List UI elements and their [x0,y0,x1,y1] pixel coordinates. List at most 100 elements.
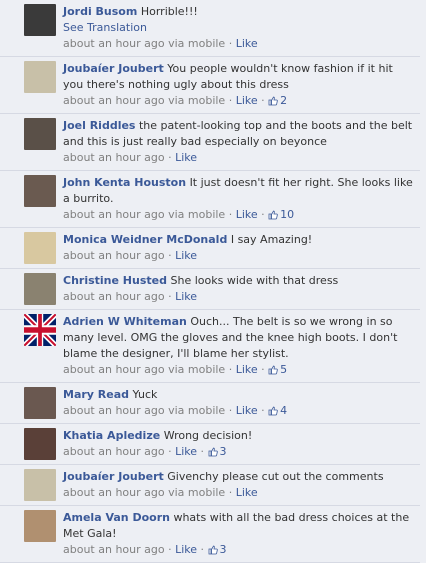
avatar[interactable] [24,232,56,264]
comment-timestamp: about an hour ago via mobile [63,404,226,417]
like-count-value: 5 [280,363,288,376]
comment-author-link[interactable]: Joubaíer Joubert [63,62,164,75]
like-count[interactable]: 5 [268,363,287,376]
like-count-value: 10 [280,208,295,221]
avatar[interactable] [24,469,56,501]
comment-meta: about an hour ago · Like · 3 [63,542,414,558]
comment-text: She looks wide with that dress [170,274,339,287]
thumbs-up-icon [208,545,218,555]
separator-dot: · [228,94,233,107]
comment-item: Mary Read Yuck about an hour ago via mobi… [0,383,420,424]
separator-dot: · [228,208,233,221]
separator-dot: · [261,363,265,376]
like-count-value: 2 [280,94,288,107]
comment-author-link[interactable]: Christine Husted [63,274,167,287]
like-button[interactable]: Like [175,151,197,164]
comment-author-link[interactable]: Jordi Busom [63,5,137,18]
comment-text: Wrong decision! [163,429,253,442]
like-button[interactable]: Like [236,404,258,417]
thumbs-up-icon [268,406,278,416]
comment-author-link[interactable]: Monica Weidner McDonald [63,233,227,246]
comment-item: Adrien W Whiteman Ouch... The belt is so… [0,310,420,383]
like-count-value: 3 [219,445,227,458]
like-button[interactable]: Like [175,543,197,556]
like-count[interactable]: 10 [268,208,294,221]
like-count[interactable]: 3 [208,445,227,458]
comment-timestamp: about an hour ago [63,290,165,303]
comment-text: Horrible!!! [140,5,198,18]
comment-timestamp: about an hour ago [63,543,165,556]
comment-meta: about an hour ago via mobile · Like [63,485,414,501]
avatar[interactable] [24,175,56,207]
separator-dot: · [228,363,233,376]
separator-dot: · [200,445,205,458]
comment-item: Jordi Busom Horrible!!! See Translation ab… [0,0,420,57]
like-button[interactable]: Like [236,208,258,221]
comment-timestamp: about an hour ago via mobile [63,37,226,50]
comment-item: John Kenta Houston It just doesn't fit h… [0,171,420,228]
like-button[interactable]: Like [175,249,197,262]
separator-dot: · [228,486,233,499]
comment-list: Jordi Busom Horrible!!! See Translation ab… [0,0,420,563]
like-count-value: 4 [280,404,288,417]
comment-text: I say Amazing! [230,233,313,246]
comment-item: Christine Husted She looks wide with tha… [0,269,420,310]
comment-meta: about an hour ago · Like [63,289,414,305]
comment-timestamp: about an hour ago [63,249,165,262]
comment-meta: about an hour ago via mobile · Like [63,36,414,52]
avatar[interactable] [24,314,56,346]
separator-dot: · [261,404,265,417]
thumbs-up-icon [268,210,278,220]
comment-meta: about an hour ago · Like [63,248,414,264]
comment-author-link[interactable]: Khatia Apledize [63,429,160,442]
avatar[interactable] [24,61,56,93]
like-button[interactable]: Like [175,290,197,303]
separator-dot: · [261,208,265,221]
separator-dot: · [228,37,233,50]
separator-dot: · [168,249,172,262]
comment-timestamp: about an hour ago via mobile [63,94,226,107]
avatar[interactable] [24,387,56,419]
comment-author-link[interactable]: Amela Van Doorn [63,511,170,524]
like-button[interactable]: Like [236,37,258,50]
like-count[interactable]: 3 [208,543,227,556]
comment-timestamp: about an hour ago via mobile [63,363,226,376]
avatar[interactable] [24,273,56,305]
thumbs-up-icon [268,365,278,375]
separator-dot: · [168,543,172,556]
comment-item: Joubaíer Joubert You people wouldn't kno… [0,57,420,114]
separator-dot: · [228,404,233,417]
comment-item: Amela Van Doorn whats with all the bad d… [0,506,420,563]
like-button[interactable]: Like [236,94,258,107]
avatar[interactable] [24,118,56,150]
see-translation-link[interactable]: See Translation [63,20,414,36]
avatar[interactable] [24,4,56,36]
comment-timestamp: about an hour ago [63,151,165,164]
avatar[interactable] [24,428,56,460]
like-button[interactable]: Like [236,486,258,499]
comment-author-link[interactable]: Joubaíer Joubert [63,470,164,483]
like-button[interactable]: Like [175,445,197,458]
like-count-value: 3 [219,543,227,556]
comment-meta: about an hour ago via mobile · Like · 2 [63,93,414,109]
comment-author-link[interactable]: Joel Riddles [63,119,135,132]
like-count[interactable]: 2 [268,94,287,107]
thumbs-up-icon [268,96,278,106]
avatar[interactable] [24,510,56,542]
comment-item: Joubaíer Joubert Givenchy please cut out… [0,465,420,506]
separator-dot: · [168,151,172,164]
comment-text: Givenchy please cut out the comments [167,470,384,483]
comment-author-link[interactable]: Adrien W Whiteman [63,315,187,328]
uk-flag-icon [24,314,56,346]
like-button[interactable]: Like [236,363,258,376]
separator-dot: · [168,290,172,303]
comment-meta: about an hour ago via mobile · Like · 4 [63,403,414,419]
comment-author-link[interactable]: John Kenta Houston [63,176,186,189]
separator-dot: · [200,543,205,556]
like-count[interactable]: 4 [268,404,287,417]
comment-author-link[interactable]: Mary Read [63,388,129,401]
comment-timestamp: about an hour ago via mobile [63,208,226,221]
comment-meta: about an hour ago · Like [63,150,414,166]
comment-meta: about an hour ago via mobile · Like · 5 [63,362,414,378]
comment-item: Monica Weidner McDonald I say Amazing! ab… [0,228,420,269]
